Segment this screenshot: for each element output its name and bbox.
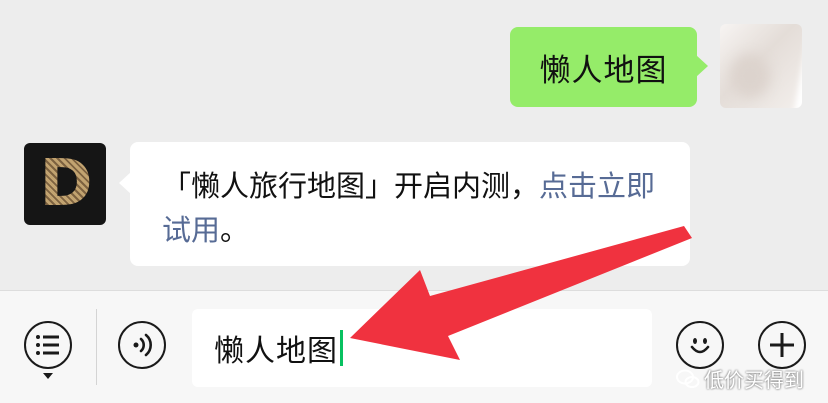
outgoing-message-text: 懒人地图 <box>539 52 668 89</box>
wechat-icon <box>676 369 700 388</box>
emoji-button[interactable] <box>676 321 724 369</box>
self-avatar[interactable] <box>720 24 802 108</box>
plus-icon <box>770 333 794 357</box>
message-input[interactable]: 懒人地图 <box>192 309 652 387</box>
text-caret <box>340 330 343 366</box>
menu-button[interactable] <box>24 321 72 369</box>
incoming-message-end: 。 <box>220 213 250 247</box>
menu-expand-caret-icon <box>43 373 53 379</box>
more-button[interactable] <box>758 321 806 369</box>
input-bar-divider <box>96 309 97 385</box>
outgoing-message-bubble[interactable]: 懒人地图 <box>510 27 708 107</box>
watermark-text: 低价买得到 <box>704 368 804 392</box>
watermark: 低价买得到 <box>676 364 804 393</box>
voice-button[interactable] <box>118 321 166 369</box>
incoming-message-bubble[interactable]: 「懒人旅行地图」开启内测，点击立即试用。 <box>119 142 690 266</box>
voice-icon <box>133 333 152 357</box>
incoming-message-body: 「懒人旅行地图」开启内测， <box>162 169 540 203</box>
incoming-message-text: 「懒人旅行地图」开启内测，点击立即试用。 <box>162 164 674 252</box>
bot-avatar[interactable]: D <box>24 143 106 225</box>
message-input-value: 懒人地图 <box>214 334 338 369</box>
bot-logo-letter: D <box>39 147 92 221</box>
menu-list-icon <box>36 335 59 355</box>
chat-area: 懒人地图 D 「懒人旅行地图」开启内测，点击立即试用。 <box>0 0 828 290</box>
emoji-icon <box>690 338 710 354</box>
